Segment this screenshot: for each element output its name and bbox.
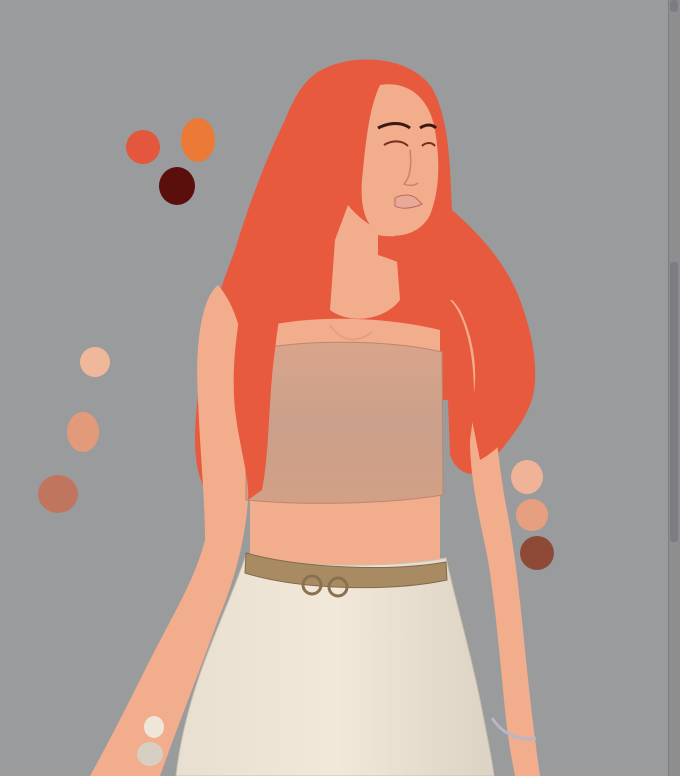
swatch-hair-orange[interactable]	[181, 118, 215, 162]
drawing-canvas[interactable]	[0, 0, 668, 776]
swatch-hair-dark[interactable]	[159, 167, 195, 205]
swatch-pants-light[interactable]	[144, 716, 164, 738]
tube-top	[245, 341, 444, 504]
scrollbar-thumb[interactable]	[670, 0, 678, 776]
swatch-pants-shade[interactable]	[137, 742, 163, 766]
artwork	[38, 59, 554, 776]
scrollbar-grip-main[interactable]	[670, 262, 678, 542]
scrollbar-grip-top[interactable]	[670, 0, 678, 12]
face	[361, 84, 439, 236]
swatch-skin-mid[interactable]	[67, 412, 99, 452]
swatch-skin-right-mid[interactable]	[516, 499, 548, 531]
swatch-hair-red[interactable]	[126, 130, 160, 164]
swatch-skin-shadow[interactable]	[38, 475, 78, 513]
swatch-skin-right-light[interactable]	[511, 460, 543, 494]
swatch-skin-right-dark[interactable]	[520, 536, 554, 570]
swatch-skin-light[interactable]	[80, 347, 110, 377]
